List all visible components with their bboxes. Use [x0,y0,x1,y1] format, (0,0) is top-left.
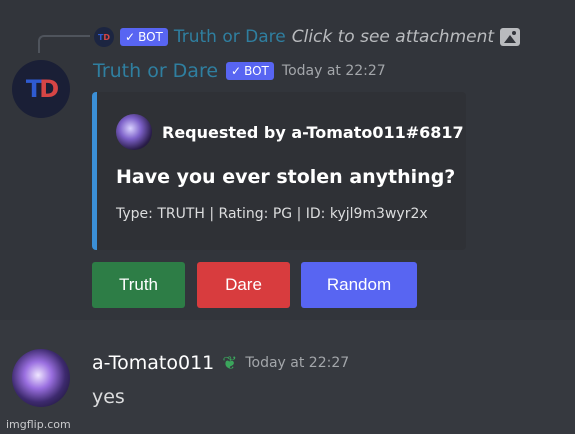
watermark: imgflip.com [6,418,71,431]
embed-author-avatar [116,114,152,150]
embed-title: Have you ever stolen anything? [116,166,456,188]
embed-author-name: Requested by a-Tomato011#6817 [162,122,464,142]
embed-footer: Type: TRUTH | Rating: PG | ID: kyjl9m3wy… [116,206,428,222]
embed-author: Requested by a-Tomato011#6817 [116,114,464,150]
bot-avatar[interactable]: TD [12,60,70,118]
dare-button[interactable]: Dare [197,262,290,308]
reply-bot-tag: ✓ BOT [120,28,168,46]
bot-author-name[interactable]: Truth or Dare [93,60,218,82]
image-icon [500,28,521,46]
user-message-timestamp: Today at 22:27 [245,355,350,371]
reply-author-name[interactable]: Truth or Dare [174,27,286,47]
random-button[interactable]: Random [301,262,417,308]
user-message-header: a-Tomato011 ❦ Today at 22:27 [92,352,349,374]
user-message-text: yes [92,386,125,408]
message-header: Truth or Dare ✓ BOT Today at 22:27 [93,60,386,82]
truth-button[interactable]: Truth [92,262,185,308]
reply-preview[interactable]: TD ✓ BOT Truth or Dare Click to see atta… [94,26,521,48]
embed-card: Requested by a-Tomato011#6817 Have you e… [92,92,466,250]
sprout-icon: ❦ [222,352,238,374]
message-timestamp: Today at 22:27 [281,63,386,79]
check-icon: ✓ [231,64,242,78]
reply-avatar[interactable]: TD [94,27,114,47]
check-icon: ✓ [125,30,136,44]
user-author-name[interactable]: a-Tomato011 [92,352,214,374]
user-avatar[interactable] [12,349,70,407]
reply-connector-line [38,35,90,53]
bot-tag: ✓ BOT [226,62,274,80]
reply-preview-text[interactable]: Click to see attachment [292,27,494,47]
